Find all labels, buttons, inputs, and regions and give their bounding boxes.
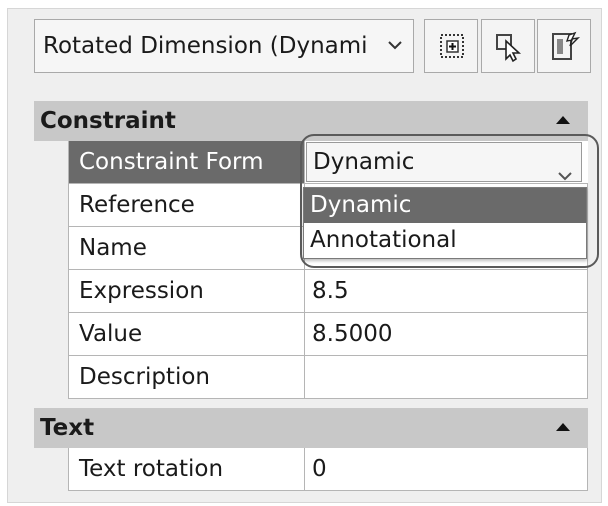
collapse-icon[interactable] xyxy=(556,423,570,431)
object-type-select-value: Rotated Dimension (Dynami xyxy=(43,33,368,59)
property-value[interactable] xyxy=(305,356,588,398)
dropdown-option-dynamic[interactable]: Dynamic xyxy=(304,188,586,223)
text-properties-grid: Text rotation 0 xyxy=(68,448,588,491)
property-label: Description xyxy=(69,356,305,398)
section-title: Text xyxy=(40,415,95,441)
property-label: Value xyxy=(69,313,305,355)
property-label: Text rotation xyxy=(69,448,305,490)
collapse-icon[interactable] xyxy=(556,116,570,124)
property-row-text-rotation[interactable]: Text rotation 0 xyxy=(69,448,588,491)
property-row-value[interactable]: Value 8.5000 xyxy=(69,313,588,356)
constraint-properties-grid: Constraint Form Dynamic Reference Name E… xyxy=(68,141,588,399)
constraint-form-dropdown-list: Dynamic Annotational xyxy=(303,187,587,259)
object-type-select[interactable]: Rotated Dimension (Dynami xyxy=(34,19,414,73)
section-header-constraint[interactable]: Constraint xyxy=(34,101,588,141)
quick-select-button[interactable] xyxy=(537,19,591,73)
property-value[interactable]: 0 xyxy=(305,448,588,490)
property-row-constraint-form[interactable]: Constraint Form Dynamic xyxy=(69,141,588,184)
chevron-down-icon[interactable] xyxy=(383,20,407,72)
select-objects-button[interactable] xyxy=(481,19,535,73)
property-value[interactable]: 8.5000 xyxy=(305,313,588,355)
property-label: Constraint Form xyxy=(69,141,305,183)
section-header-text[interactable]: Text xyxy=(34,408,588,448)
property-row-description[interactable]: Description xyxy=(69,356,588,399)
constraint-form-value: Dynamic xyxy=(313,149,415,175)
property-label: Expression xyxy=(69,270,305,312)
add-to-selection-button[interactable] xyxy=(424,19,478,73)
constraint-form-select[interactable]: Dynamic xyxy=(306,142,582,182)
property-row-expression[interactable]: Expression 8.5 xyxy=(69,270,588,313)
property-label: Name xyxy=(69,227,305,269)
property-label: Reference xyxy=(69,184,305,226)
dropdown-option-annotational[interactable]: Annotational xyxy=(304,223,586,258)
property-value[interactable]: 8.5 xyxy=(305,270,588,312)
section-title: Constraint xyxy=(40,108,176,134)
